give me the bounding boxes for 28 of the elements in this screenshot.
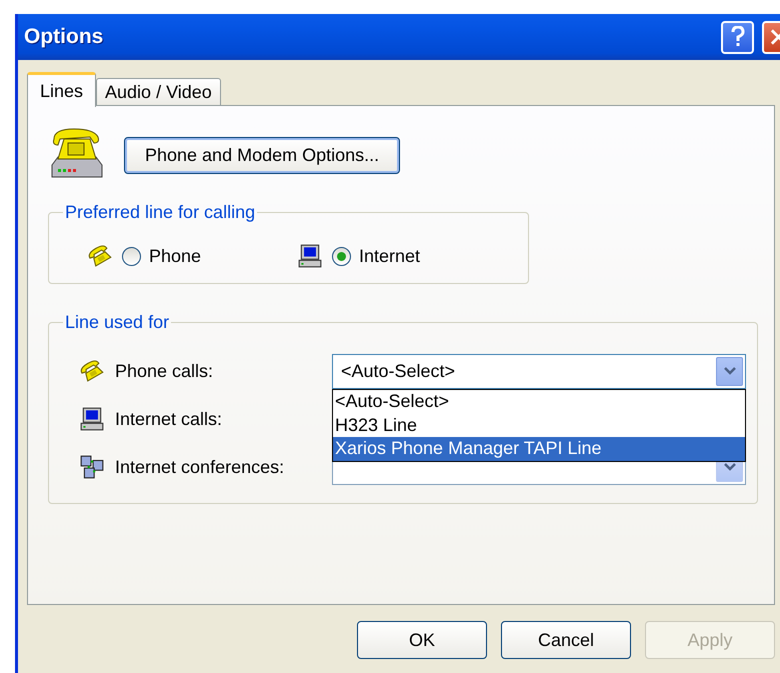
window-title: Options bbox=[24, 25, 104, 49]
group-title: Line used for bbox=[64, 312, 170, 333]
list-option[interactable]: H323 Line bbox=[333, 414, 745, 437]
list-option[interactable]: Xarios Phone Manager TAPI Line bbox=[333, 437, 745, 460]
chevron-icon bbox=[722, 462, 736, 472]
field-label: Phone calls: bbox=[115, 360, 214, 382]
radio-label[interactable]: Internet bbox=[359, 246, 420, 266]
tab[interactable]: Lines bbox=[27, 72, 96, 107]
group-title: Preferred line for calling bbox=[64, 202, 256, 223]
list-option[interactable]: <Auto-Select> bbox=[333, 390, 745, 414]
dropdown-field[interactable]: <Auto-Select> bbox=[332, 354, 746, 388]
field-label: Internet calls: bbox=[115, 408, 222, 430]
help-button[interactable] bbox=[721, 20, 754, 54]
phone-modem-options-button[interactable]: Phone and Modem Options... bbox=[124, 136, 400, 174]
help-icon bbox=[730, 26, 744, 48]
radio-button[interactable] bbox=[122, 246, 141, 266]
computer-icon bbox=[297, 243, 323, 269]
dialog-button[interactable]: OK bbox=[357, 621, 487, 659]
phone-icon bbox=[87, 243, 113, 269]
radio-label[interactable]: Phone bbox=[149, 246, 202, 266]
radio-button[interactable] bbox=[332, 246, 351, 266]
network-icon bbox=[79, 454, 105, 480]
tab[interactable]: Audio / Video bbox=[96, 78, 221, 105]
chevron-icon bbox=[722, 366, 736, 376]
phone-icon bbox=[79, 358, 105, 384]
computer-icon bbox=[79, 406, 105, 432]
dialog-button[interactable]: Cancel bbox=[501, 621, 631, 659]
field-label: Internet conferences: bbox=[115, 456, 284, 478]
